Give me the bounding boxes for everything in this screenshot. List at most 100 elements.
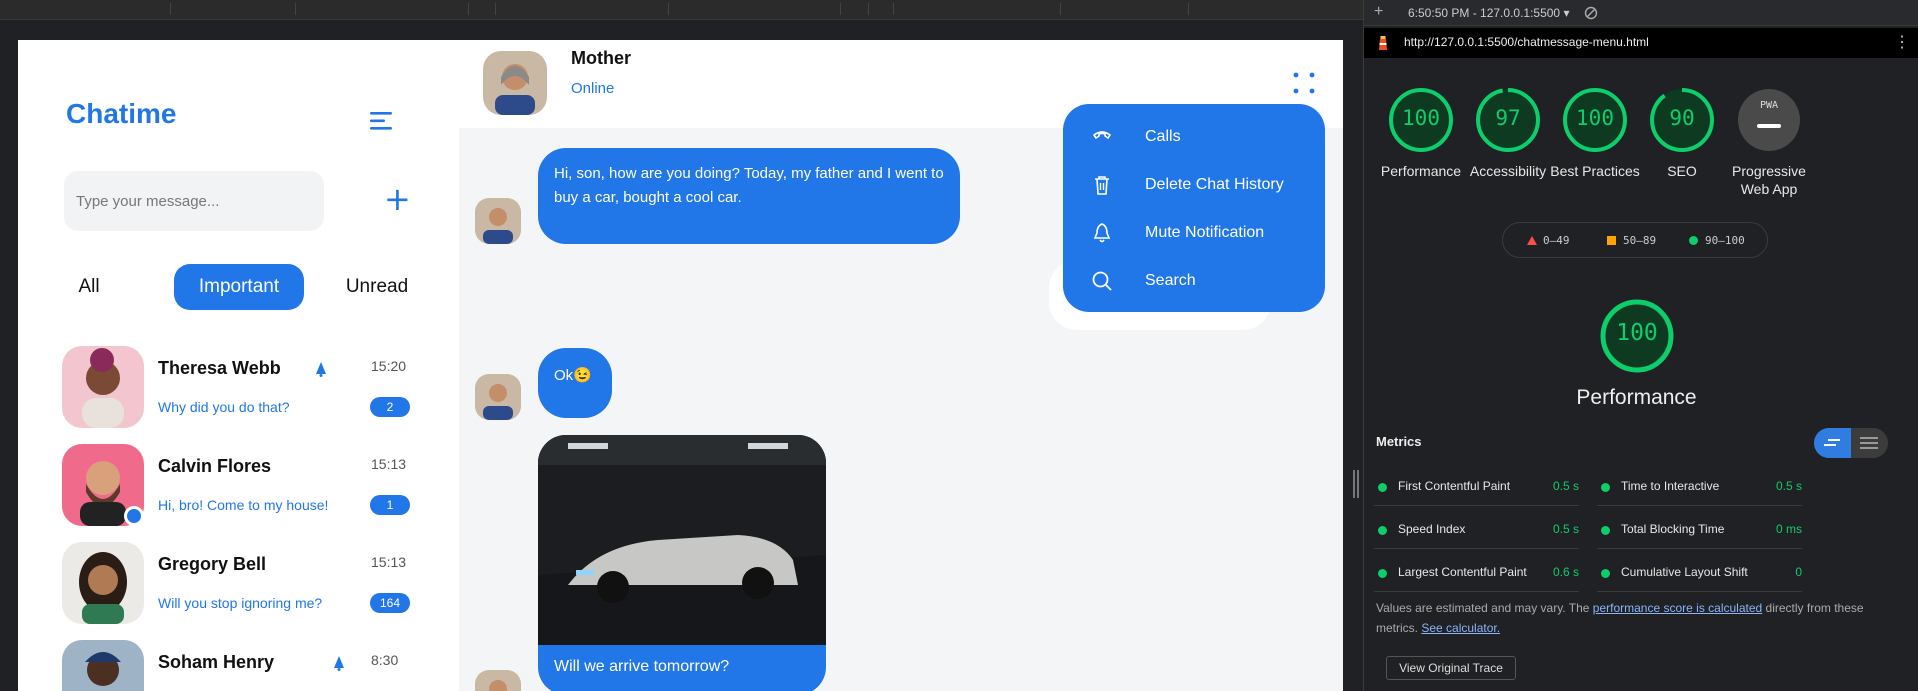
metric-value: 0 ms: [1775, 522, 1802, 536]
unread-badge: 164: [370, 593, 410, 613]
pass-circle-icon: [1689, 236, 1698, 245]
score-label: Performance: [1380, 163, 1462, 179]
score-value: 100: [1402, 106, 1440, 130]
devtools-panel: + 6:50:50 PM - 127.0.0.1:5500 ▾ http://1…: [1363, 0, 1918, 691]
metric-name: Largest Contentful Paint: [1398, 565, 1527, 579]
contact-last-message: Why did you do that?: [158, 399, 290, 415]
image-caption: Will we arrive tomorrow?: [554, 658, 730, 675]
contact-time: 15:13: [371, 554, 407, 570]
metric-row: Cumulative Layout Shift 0: [1597, 554, 1802, 592]
metric-row: First Contentful Paint 0.5 s: [1374, 468, 1579, 506]
metric-value: 0.5 s: [1552, 479, 1579, 493]
pass-circle-icon: [1378, 526, 1387, 535]
expanded-view-icon[interactable]: [1860, 436, 1878, 450]
score-gauge[interactable]: PWA Progressive Web App: [1724, 86, 1814, 198]
score-label: Progressive Web App: [1732, 163, 1806, 197]
browser-tab-strip: [0, 0, 1363, 20]
metrics-note: Values are estimated and may vary. The p…: [1376, 601, 1864, 635]
menu-item-search[interactable]: Search: [1091, 262, 1311, 302]
filter-important[interactable]: Important: [174, 264, 304, 310]
legend-average: 50–89: [1623, 234, 1657, 247]
contact-last-message: Will you stop ignoring me?: [158, 595, 323, 611]
sidebar: Chatime + All Important Unread Theresa W…: [18, 40, 459, 691]
legend-fail: 0–49: [1543, 234, 1570, 247]
contact-item[interactable]: Soham Henry 8:30: [62, 640, 422, 691]
see-calculator-link[interactable]: See calculator.: [1421, 621, 1500, 635]
score-value: 90: [1669, 106, 1695, 130]
metric-row: Speed Index 0.5 s: [1374, 511, 1579, 549]
contact-item[interactable]: Gregory Bell Will you stop ignoring me? …: [62, 542, 422, 626]
menu-item-label: Search: [1145, 272, 1196, 289]
metrics-heading: Metrics: [1376, 434, 1422, 449]
pass-circle-icon: [1601, 526, 1610, 535]
score-gauge[interactable]: 100 Performance: [1376, 86, 1466, 180]
contact-name: Gregory Bell: [158, 554, 267, 574]
message-bubble: Hi, son, how are you doing? Today, my fa…: [538, 148, 960, 244]
chat-app: Chatime + All Important Unread Theresa W…: [18, 40, 1343, 691]
avatar: [475, 670, 521, 691]
menu-item-calls[interactable]: Calls: [1091, 118, 1311, 158]
score-legend: 0–49 50–89 90–100: [1502, 222, 1768, 258]
contact-time: 15:13: [371, 456, 407, 472]
lighthouse-icon: [1379, 36, 1387, 50]
devtools-toolbar: + 6:50:50 PM - 127.0.0.1:5500 ▾: [1364, 0, 1918, 26]
menu-item-label: Delete Chat History: [1145, 176, 1284, 193]
bell-icon: [316, 362, 326, 377]
average-square-icon: [1607, 236, 1616, 245]
filter-all[interactable]: All: [64, 264, 114, 310]
compact-view-icon[interactable]: [1824, 437, 1840, 449]
contact-name: Theresa Webb: [158, 358, 281, 378]
score-label: Best Practices: [1550, 163, 1640, 179]
new-report-icon[interactable]: +: [1374, 3, 1383, 21]
more-options-icon[interactable]: ⋮: [1894, 32, 1910, 52]
score-calculated-link[interactable]: performance score is calculated: [1593, 601, 1762, 615]
metric-name: Cumulative Layout Shift: [1621, 565, 1748, 579]
chat-panel: Mother Online Hi, son, how are you doing…: [459, 40, 1343, 691]
unread-badge: 1: [370, 495, 410, 515]
options-dropdown: Calls Delete Chat History Mute Notificat…: [1063, 104, 1325, 312]
score-label: Accessibility: [1469, 163, 1547, 179]
score-gauge[interactable]: 100 Best Practices: [1550, 86, 1640, 180]
metric-value: 0.5 s: [1552, 522, 1579, 536]
avatar: [62, 346, 144, 428]
metrics-view-toggle[interactable]: [1814, 428, 1888, 458]
add-chat-icon[interactable]: +: [384, 181, 411, 217]
menu-icon[interactable]: [370, 110, 394, 132]
report-url[interactable]: http://127.0.0.1:5500/chatmessage-menu.h…: [1404, 35, 1649, 49]
menu-item-mute[interactable]: Mute Notification: [1091, 214, 1311, 254]
metric-value: 0.5 s: [1775, 479, 1802, 493]
avatar: [62, 640, 144, 691]
performance-score: 100: [1616, 320, 1658, 346]
fail-triangle-icon: [1527, 236, 1537, 245]
report-url-bar: http://127.0.0.1:5500/chatmessage-menu.h…: [1364, 28, 1918, 58]
contact-time: 8:30: [371, 652, 399, 668]
avatar: [475, 374, 521, 420]
menu-item-label: Mute Notification: [1145, 224, 1265, 241]
menu-item-delete-history[interactable]: Delete Chat History: [1091, 166, 1311, 206]
filter-unread[interactable]: Unread: [332, 264, 422, 310]
view-trace-button[interactable]: View Original Trace: [1386, 656, 1516, 680]
contact-item[interactable]: Theresa Webb Why did you do that? 15:20 …: [62, 346, 422, 430]
contact-item[interactable]: Calvin Flores Hi, bro! Come to my house!…: [62, 444, 422, 528]
trash-icon: [1095, 176, 1109, 195]
score-gauge[interactable]: 97 Accessibility: [1463, 86, 1553, 180]
legend-pass: 90–100: [1705, 234, 1745, 247]
avatar[interactable]: [483, 51, 547, 115]
score-value: PWA: [1759, 100, 1779, 111]
unread-badge: 2: [370, 397, 410, 417]
search-input[interactable]: [64, 171, 324, 231]
online-indicator: [124, 506, 144, 526]
image-message[interactable]: Will we arrive tomorrow?: [538, 435, 826, 691]
clear-icon[interactable]: [1584, 6, 1598, 20]
panel-resize-handle[interactable]: [1352, 470, 1360, 498]
score-gauge[interactable]: 90 SEO: [1637, 86, 1727, 180]
pass-circle-icon: [1601, 483, 1610, 492]
metric-row: Time to Interactive 0.5 s: [1597, 468, 1802, 506]
metric-name: Time to Interactive: [1621, 479, 1720, 493]
metric-name: Speed Index: [1398, 522, 1466, 536]
more-options-icon[interactable]: [1291, 70, 1317, 96]
report-selector[interactable]: 6:50:50 PM - 127.0.0.1:5500 ▾: [1408, 6, 1569, 20]
performance-title: Performance: [1576, 386, 1697, 409]
metric-value: 0: [1795, 565, 1802, 579]
contact-name: Mother: [571, 48, 631, 68]
